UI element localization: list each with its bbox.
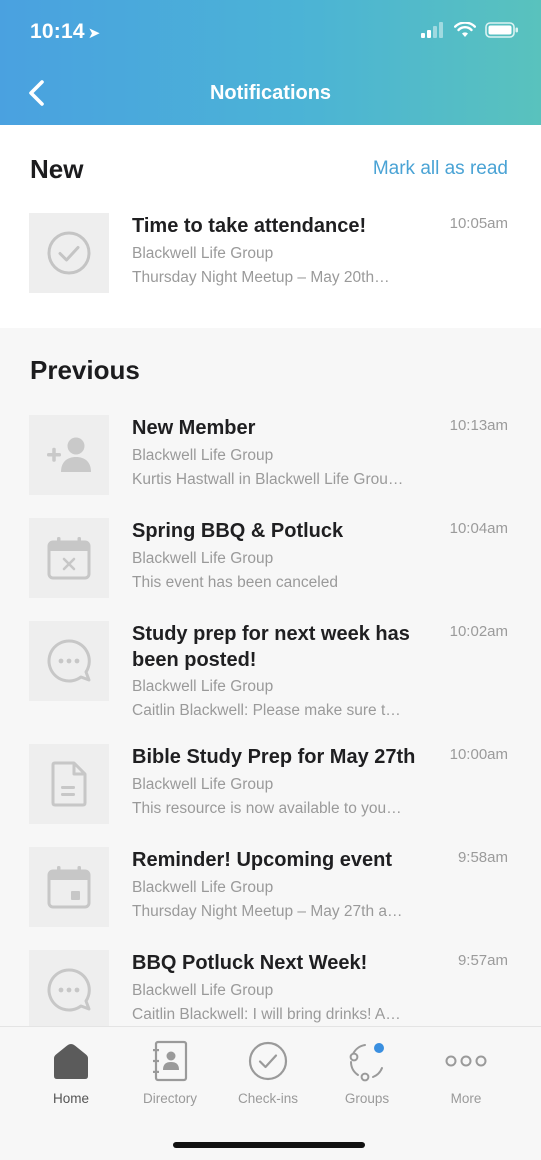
home-indicator [173, 1142, 365, 1148]
notification-thumb [29, 213, 109, 293]
notification-time: 10:13am [449, 417, 508, 434]
notification-time: 10:04am [449, 520, 508, 537]
wifi-icon [454, 22, 476, 37]
chat-bubble-icon [47, 968, 91, 1012]
new-section: New Mark all as read Time to take attend… [0, 125, 541, 328]
status-bar: 10:14 ➤ [0, 0, 541, 62]
tab-check-ins-label: Check-ins [237, 1091, 299, 1106]
notification-thumb [29, 518, 109, 598]
notification-group: Blackwell Life Group [132, 245, 274, 262]
notification-title: BBQ Potluck Next Week! [132, 952, 368, 974]
tab-directory[interactable]: Directory [120, 1039, 220, 1106]
status-time: 10:14 ➤ [30, 20, 101, 44]
notification-item[interactable]: New Member 10:13am Blackwell Life Group … [0, 415, 541, 495]
status-time-text: 10:14 [30, 20, 85, 43]
notification-group: Blackwell Life Group [132, 776, 274, 793]
notification-time: 9:58am [457, 849, 508, 866]
notification-title: Reminder! Upcoming event [132, 849, 393, 871]
notification-title: Time to take attendance! [132, 215, 367, 237]
add-person-icon [47, 437, 91, 472]
tab-groups[interactable]: Groups [317, 1039, 417, 1106]
check-circle-icon [248, 1041, 288, 1081]
notification-item[interactable]: Study prep for next week has been posted… [0, 621, 541, 721]
document-icon [51, 761, 87, 807]
tab-bar: Home Directory Check-ins Groups More [0, 1026, 541, 1160]
home-icon [54, 1044, 88, 1079]
notification-thumb [29, 744, 109, 824]
notification-title: Bible Study Prep for May 27th [132, 746, 416, 768]
notification-group: Blackwell Life Group [132, 678, 274, 695]
notification-thumb [29, 847, 109, 927]
tab-home-label: Home [52, 1091, 89, 1106]
contact-book-icon [153, 1040, 188, 1082]
previous-section: Previous New Member 10:13am Blackwell Li… [0, 328, 541, 1030]
section-title-previous: Previous [30, 355, 140, 385]
notification-thumb [29, 415, 109, 495]
tab-groups-label: Groups [344, 1091, 390, 1106]
tab-more-label: More [450, 1091, 482, 1106]
notification-time: 9:57am [457, 952, 508, 969]
header: 10:14 ➤ Notifications [0, 0, 541, 125]
notification-title: New Member [132, 417, 256, 439]
notification-detail: Kurtis Hastwall in Blackwell Life Grou… [132, 471, 404, 488]
tab-more[interactable]: More [416, 1039, 516, 1106]
chat-bubble-icon [47, 639, 91, 683]
notification-detail: This resource is now available to you… [132, 800, 402, 817]
notification-detail: Thursday Night Meetup – May 27th a… [132, 903, 403, 920]
notification-title: Spring BBQ & Potluck [132, 520, 344, 542]
notification-item[interactable]: Bible Study Prep for May 27th 10:00am Bl… [0, 744, 541, 824]
groups-icon [349, 1043, 384, 1082]
notification-group: Blackwell Life Group [132, 447, 274, 464]
signal-icon [421, 22, 443, 38]
location-arrow-icon: ➤ [87, 25, 101, 42]
notification-detail: This event has been canceled [132, 574, 338, 591]
notification-time: 10:05am [449, 215, 508, 232]
notification-thumb [29, 950, 109, 1030]
more-dots-icon [445, 1055, 487, 1067]
notification-time: 10:02am [449, 623, 508, 640]
page-title: Notifications [209, 82, 332, 104]
calendar-cancel-icon [47, 537, 91, 580]
notification-time: 10:00am [449, 746, 508, 763]
tab-home[interactable]: Home [21, 1039, 121, 1106]
notification-group: Blackwell Life Group [132, 550, 274, 567]
notification-item[interactable]: Spring BBQ & Potluck 10:04am Blackwell L… [0, 518, 541, 598]
notification-group: Blackwell Life Group [132, 879, 274, 896]
section-title-new: New [30, 154, 84, 184]
notification-thumb [29, 621, 109, 701]
notification-detail: Caitlin Blackwell: I will bring drinks! … [132, 1006, 401, 1023]
status-icons [421, 22, 519, 38]
battery-icon [485, 22, 518, 38]
notification-title: Study prep for next week has been posted… [132, 623, 410, 671]
notification-group: Blackwell Life Group [132, 982, 274, 999]
mark-all-read-button[interactable]: Mark all as read [373, 158, 508, 180]
notification-detail: Thursday Night Meetup – May 20th… [132, 269, 390, 286]
tab-check-ins[interactable]: Check-ins [218, 1039, 318, 1106]
check-circle-icon [47, 231, 91, 275]
tab-directory-label: Directory [142, 1091, 197, 1106]
notification-detail: Caitlin Blackwell: Please make sure t… [132, 702, 401, 719]
calendar-event-icon [47, 866, 91, 909]
notification-item[interactable]: BBQ Potluck Next Week! 9:57am Blackwell … [0, 950, 541, 1030]
notification-item[interactable]: Reminder! Upcoming event 9:58am Blackwel… [0, 847, 541, 927]
notification-item[interactable]: Time to take attendance! 10:05am Blackwe… [0, 213, 541, 293]
